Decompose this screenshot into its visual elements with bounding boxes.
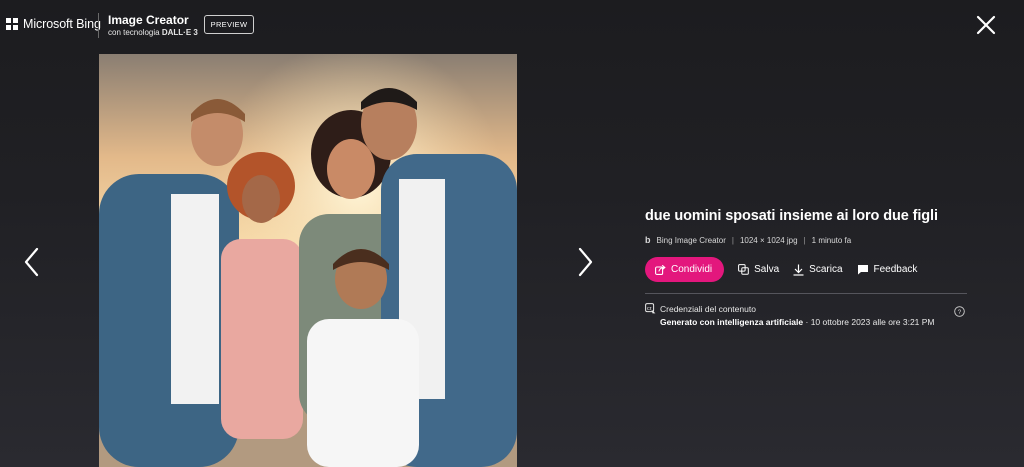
feedback-button[interactable]: Feedback [857,264,918,275]
meta-dimensions: 1024 × 1024 jpg [739,235,798,245]
feedback-icon [857,265,868,275]
credentials-header: cr Credenziali del contenuto [645,303,970,314]
share-button[interactable]: Condividi [645,257,725,282]
credentials-details: Generato con intelligenza artificiale · … [645,317,970,327]
question-circle-icon: ? [954,306,965,317]
product-title: Image Creator [108,13,189,27]
credentials-date: 10 ottobre 2023 alle ore 3:21 PM [810,317,935,327]
microsoft-bing-logo[interactable]: Microsoft Bing [6,17,101,31]
bing-b-icon: b [645,235,651,245]
top-bar: Microsoft Bing Image Creator con tecnolo… [0,0,1024,50]
share-label: Condividi [671,264,713,275]
svg-text:?: ? [958,309,962,316]
download-label: Scarica [809,264,843,275]
previous-image-button[interactable] [22,247,42,277]
chevron-right-icon [578,247,593,277]
prompt-title: due uomini sposati insieme ai loro due f… [645,208,938,224]
meta-separator: | [731,235,734,245]
download-icon [793,264,804,276]
save-label: Salva [754,264,780,275]
download-button[interactable]: Scarica [793,264,843,276]
action-bar: Condividi Salva Scarica Feedback [645,257,970,282]
divider [645,293,967,294]
svg-text:cr: cr [647,306,652,312]
product-subtitle: con tecnologia DALL·E 3 [108,27,198,38]
brand-name: Microsoft Bing [23,17,101,31]
header-divider [98,13,99,38]
save-collection-icon [738,264,749,275]
help-button[interactable]: ? [954,304,965,317]
close-button[interactable] [975,14,997,36]
content-credentials: cr Credenziali del contenuto Generato co… [645,303,970,327]
save-button[interactable]: Salva [738,264,779,275]
preview-badge: PREVIEW [204,15,254,34]
image-meta: b Bing Image Creator | 1024 × 1024 jpg |… [645,235,970,245]
content-credentials-icon: cr [645,303,656,314]
generated-image[interactable] [99,54,517,467]
chevron-left-icon [24,247,39,277]
credentials-title: Credenziali del contenuto [660,303,756,314]
share-icon [655,264,666,275]
close-icon [976,15,996,35]
product-sub-prefix: con tecnologia [108,28,160,37]
credentials-generated: Generato con intelligenza artificiale [660,317,804,327]
product-title-block[interactable]: Image Creator con tecnologia DALL·E 3 [108,13,198,38]
meta-source: Bing Image Creator [656,235,726,245]
image-details-panel: due uomini sposati insieme ai loro due f… [645,206,970,327]
next-image-button[interactable] [575,247,595,277]
meta-separator: | [803,235,806,245]
feedback-label: Feedback [873,264,918,275]
product-sub-model: DALL·E 3 [161,28,198,37]
windows-logo-icon [6,18,18,30]
family-beach-photo [99,54,517,467]
meta-time: 1 minuto fa [811,235,852,245]
